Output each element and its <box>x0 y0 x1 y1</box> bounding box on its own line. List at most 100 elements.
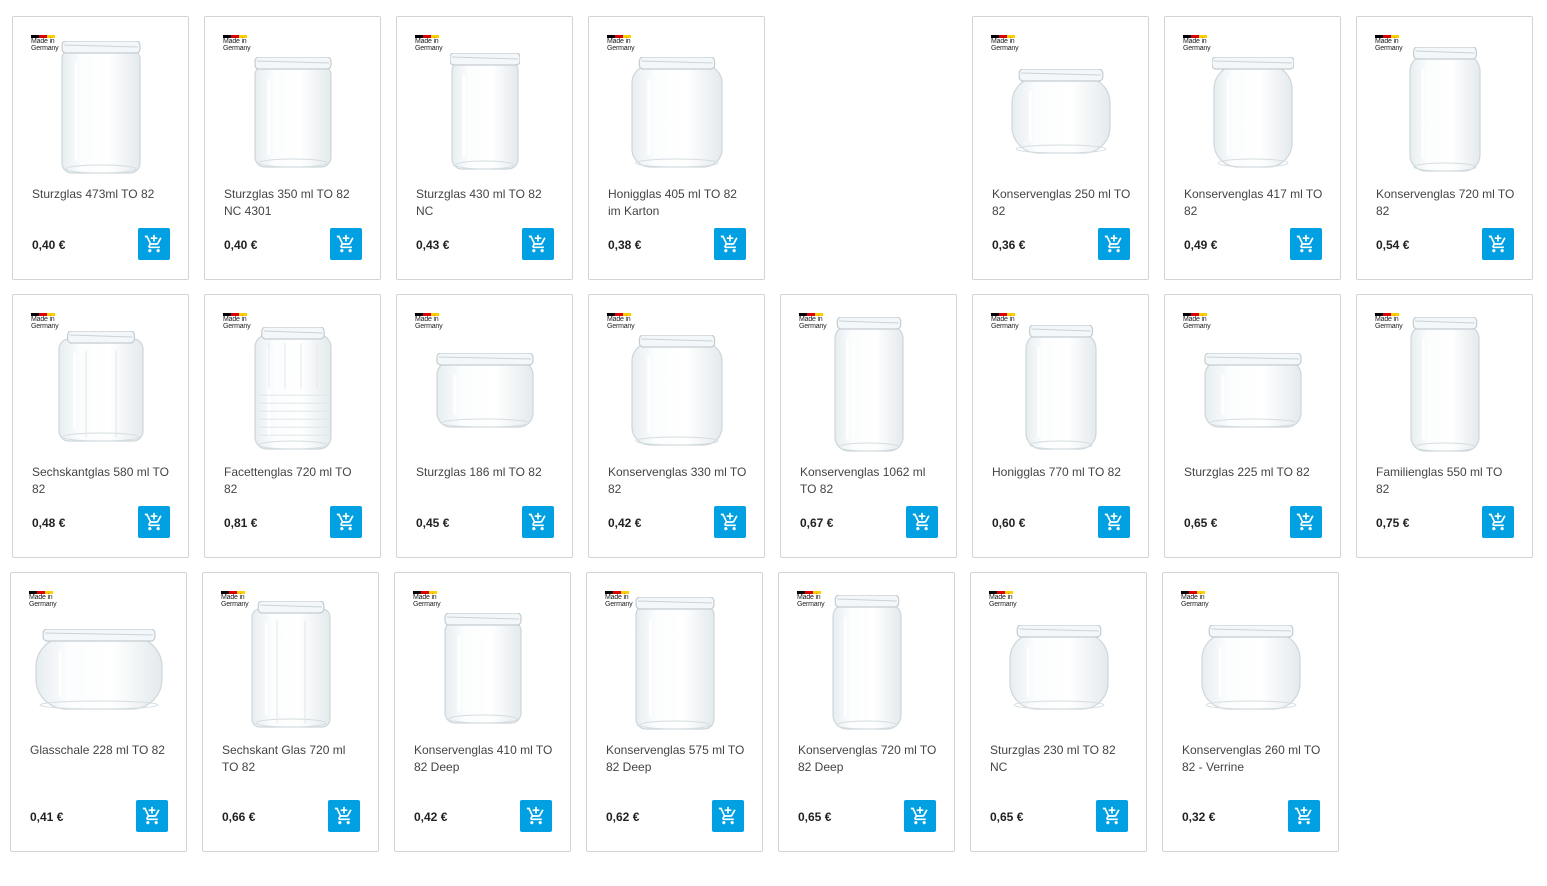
product-image[interactable]: Made in Germany <box>415 313 555 453</box>
product-name[interactable]: Konservenglas 720 ml TO 82 <box>1376 186 1518 220</box>
add-to-cart-button[interactable] <box>520 800 552 832</box>
product-image[interactable]: Made in Germany <box>221 591 361 731</box>
add-to-cart-button[interactable] <box>904 800 936 832</box>
product-image[interactable]: Made in Germany <box>223 35 363 175</box>
product-card[interactable]: Made in Germany Konservenglas 250 ml TO … <box>972 16 1149 280</box>
product-image[interactable]: Made in Germany <box>991 313 1131 453</box>
product-name[interactable]: Sturzglas 350 ml TO 82 NC 4301 <box>224 186 366 220</box>
add-to-cart-button[interactable] <box>906 506 938 538</box>
add-to-cart-button[interactable] <box>136 800 168 832</box>
glass-jar-image <box>1203 352 1303 434</box>
product-name[interactable]: Facettenglas 720 ml TO 82 <box>224 464 366 498</box>
add-to-cart-button[interactable] <box>1096 800 1128 832</box>
product-image[interactable]: Made in Germany <box>1183 313 1323 453</box>
product-name[interactable]: Familienglas 550 ml TO 82 <box>1376 464 1518 498</box>
product-image[interactable]: Made in Germany <box>1183 35 1323 175</box>
add-to-cart-button[interactable] <box>522 506 554 538</box>
product-image[interactable]: Made in Germany <box>223 313 363 453</box>
product-card[interactable]: Made in Germany Glasschale 228 ml TO 82 … <box>10 572 187 852</box>
product-card[interactable]: Made in Germany Konservenglas 417 ml TO … <box>1164 16 1341 280</box>
product-card[interactable]: Made in Germany Sechskantglas 580 ml TO … <box>12 294 189 558</box>
product-image[interactable]: Made in Germany <box>605 591 745 731</box>
add-to-cart-icon <box>144 234 164 254</box>
product-name[interactable]: Sturzglas 230 ml TO 82 NC <box>990 742 1132 776</box>
product-card[interactable]: Made in Germany Familienglas 550 ml TO 8… <box>1356 294 1533 558</box>
product-name[interactable]: Sturzglas 430 ml TO 82 NC <box>416 186 558 220</box>
add-to-cart-button[interactable] <box>714 506 746 538</box>
add-to-cart-button[interactable] <box>522 228 554 260</box>
product-image[interactable]: Made in Germany <box>607 313 747 453</box>
product-name[interactable]: Konservenglas 575 ml TO 82 Deep <box>606 742 748 776</box>
product-name[interactable]: Konservenglas 260 ml TO 82 - Verrine <box>1182 742 1324 776</box>
product-card[interactable]: Made in Germany Sturzglas 186 ml TO 82 0… <box>396 294 573 558</box>
product-card[interactable]: Made in Germany Sturzglas 430 ml TO 82 N… <box>396 16 573 280</box>
glass-jar-image <box>831 594 903 736</box>
product-image[interactable]: Made in Germany <box>31 35 171 175</box>
badge-line2: Germany <box>607 323 635 330</box>
add-to-cart-button[interactable] <box>1288 800 1320 832</box>
product-price: 0,41 € <box>30 810 64 824</box>
product-card[interactable]: Made in Germany Sturzglas 350 ml TO 82 N… <box>204 16 381 280</box>
made-in-germany-badge: Made in Germany <box>413 591 453 609</box>
product-image[interactable]: Made in Germany <box>31 313 171 453</box>
product-image[interactable]: Made in Germany <box>991 35 1131 175</box>
add-to-cart-icon <box>336 512 356 532</box>
product-image[interactable]: Made in Germany <box>797 591 937 731</box>
add-to-cart-button[interactable] <box>330 228 362 260</box>
add-to-cart-button[interactable] <box>1290 228 1322 260</box>
product-image[interactable]: Made in Germany <box>799 313 939 453</box>
add-to-cart-button[interactable] <box>330 506 362 538</box>
product-name[interactable]: Konservenglas 330 ml TO 82 <box>608 464 750 498</box>
add-to-cart-button[interactable] <box>712 800 744 832</box>
product-card[interactable]: Made in Germany Konservenglas 330 ml TO … <box>588 294 765 558</box>
product-name[interactable]: Honigglas 405 ml TO 82 im Karton <box>608 186 750 220</box>
product-card[interactable]: Made in Germany Facettenglas 720 ml TO 8… <box>204 294 381 558</box>
product-name[interactable]: Konservenglas 1062 ml TO 82 <box>800 464 942 498</box>
product-name[interactable]: Sturzglas 186 ml TO 82 <box>416 464 558 481</box>
add-to-cart-button[interactable] <box>1482 506 1514 538</box>
product-name[interactable]: Sechskantglas 580 ml TO 82 <box>32 464 174 498</box>
product-name[interactable]: Sturzglas 225 ml TO 82 <box>1184 464 1326 481</box>
add-to-cart-button[interactable] <box>1098 506 1130 538</box>
badge-line1: Made in <box>223 38 247 45</box>
product-name[interactable]: Sturzglas 473ml TO 82 <box>32 186 174 203</box>
product-card[interactable]: Made in Germany Konservenglas 1062 ml TO… <box>780 294 957 558</box>
add-to-cart-button[interactable] <box>714 228 746 260</box>
product-card[interactable]: Made in Germany Konservenglas 410 ml TO … <box>394 572 571 852</box>
product-card[interactable]: Made in Germany Honigglas 770 ml TO 82 0… <box>972 294 1149 558</box>
add-to-cart-button[interactable] <box>138 228 170 260</box>
badge-line1: Made in <box>991 316 1015 323</box>
product-image[interactable]: Made in Germany <box>415 35 555 175</box>
product-image[interactable]: Made in Germany <box>29 591 169 731</box>
add-to-cart-button[interactable] <box>1098 228 1130 260</box>
made-in-germany-badge: Made in Germany <box>31 313 71 331</box>
product-name[interactable]: Konservenglas 417 ml TO 82 <box>1184 186 1326 220</box>
add-to-cart-button[interactable] <box>138 506 170 538</box>
product-image[interactable]: Made in Germany <box>989 591 1129 731</box>
add-to-cart-button[interactable] <box>1482 228 1514 260</box>
product-card[interactable]: Made in Germany Honigglas 405 ml TO 82 i… <box>588 16 765 280</box>
product-image[interactable]: Made in Germany <box>1375 313 1515 453</box>
badge-line1: Made in <box>1183 38 1207 45</box>
product-card[interactable]: Made in Germany Sturzglas 225 ml TO 82 0… <box>1164 294 1341 558</box>
product-name[interactable]: Glasschale 228 ml TO 82 <box>30 742 172 759</box>
product-card[interactable]: Made in Germany Sturzglas 230 ml TO 82 N… <box>970 572 1147 852</box>
product-image[interactable]: Made in Germany <box>607 35 747 175</box>
product-name[interactable]: Honigglas 770 ml TO 82 <box>992 464 1134 481</box>
product-name[interactable]: Konservenglas 250 ml TO 82 <box>992 186 1134 220</box>
add-to-cart-button[interactable] <box>328 800 360 832</box>
product-name[interactable]: Sechskant Glas 720 ml TO 82 <box>222 742 364 776</box>
product-card[interactable]: Made in Germany Konservenglas 720 ml TO … <box>1356 16 1533 280</box>
add-to-cart-button[interactable] <box>1290 506 1322 538</box>
product-image[interactable]: Made in Germany <box>1375 35 1515 175</box>
product-name[interactable]: Konservenglas 410 ml TO 82 Deep <box>414 742 556 776</box>
product-card[interactable]: Made in Germany Sturzglas 473ml TO 82 0,… <box>12 16 189 280</box>
product-card[interactable]: Made in Germany Sechskant Glas 720 ml TO… <box>202 572 379 852</box>
made-in-germany-badge: Made in Germany <box>989 591 1029 609</box>
product-image[interactable]: Made in Germany <box>413 591 553 731</box>
product-image[interactable]: Made in Germany <box>1181 591 1321 731</box>
product-card[interactable]: Made in Germany Konservenglas 260 ml TO … <box>1162 572 1339 852</box>
product-name[interactable]: Konservenglas 720 ml TO 82 Deep <box>798 742 940 776</box>
product-card[interactable]: Made in Germany Konservenglas 720 ml TO … <box>778 572 955 852</box>
product-card[interactable]: Made in Germany Konservenglas 575 ml TO … <box>586 572 763 852</box>
